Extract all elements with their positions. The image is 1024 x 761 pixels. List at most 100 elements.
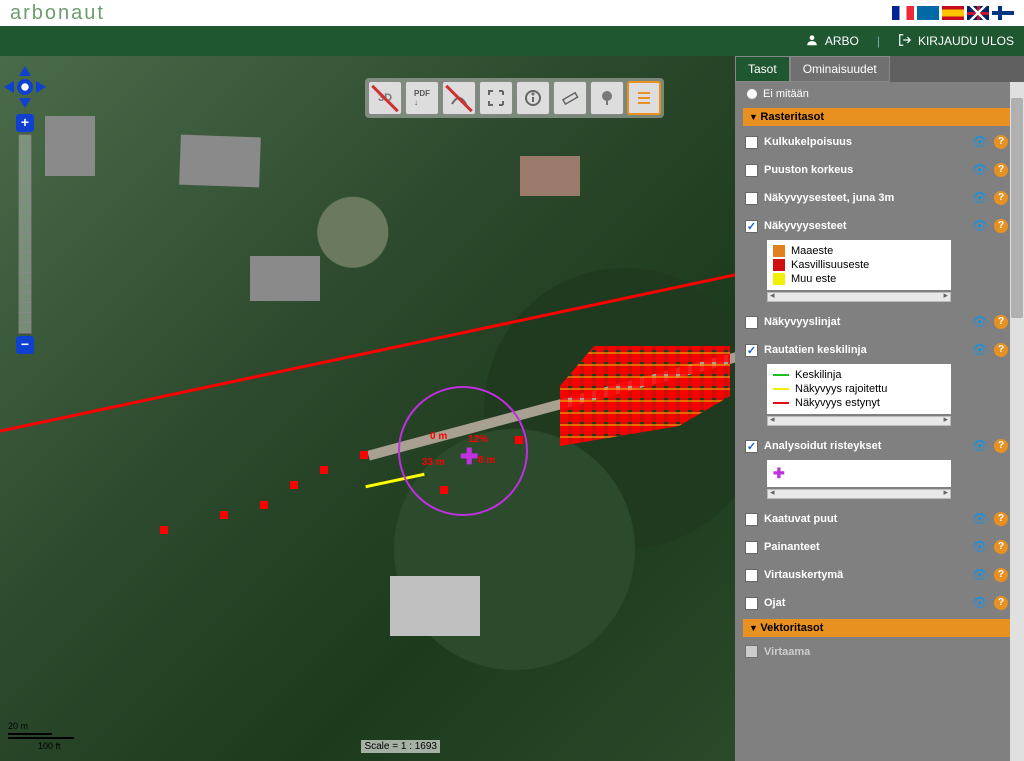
help-icon[interactable]: ? <box>994 315 1008 329</box>
layer-kulkukelpoisuus: Kulkukelpoisuus 👁 ? <box>743 128 1010 156</box>
layer-checkbox[interactable] <box>745 164 758 177</box>
zoom-slider[interactable] <box>18 134 32 334</box>
layer-checkbox[interactable] <box>745 344 758 357</box>
pan-down-button[interactable] <box>19 98 31 108</box>
visibility-icon[interactable]: 👁 <box>971 162 988 178</box>
layer-checkbox[interactable] <box>745 569 758 582</box>
visibility-icon[interactable]: 👁 <box>971 342 988 358</box>
pan-right-button[interactable] <box>36 81 46 93</box>
flag-fi[interactable] <box>992 6 1014 20</box>
measure-label: 33 m <box>422 457 445 468</box>
measure-label: 0 m <box>430 431 447 442</box>
help-icon[interactable]: ? <box>994 191 1008 205</box>
crossing-marker: ✚ <box>460 444 478 470</box>
help-icon[interactable]: ? <box>994 343 1008 357</box>
obstacle-cell <box>360 451 368 459</box>
visibility-icon[interactable]: 👁 <box>971 539 988 555</box>
legend-scrollbar[interactable] <box>767 416 951 426</box>
visibility-icon[interactable]: 👁 <box>971 567 988 583</box>
building <box>390 576 480 636</box>
legend-crossings: ✚ <box>767 460 951 487</box>
visibility-icon[interactable]: 👁 <box>971 438 988 454</box>
legend-rail: Keskilinja Näkyvyys rajoitettu Näkyvyys … <box>767 364 951 414</box>
help-icon[interactable]: ? <box>994 596 1008 610</box>
zoom-out-button[interactable]: − <box>16 336 34 354</box>
layer-puuston-korkeus: Puuston korkeus 👁 ? <box>743 156 1010 184</box>
info-button[interactable] <box>516 81 550 115</box>
pan-center-button[interactable] <box>17 79 33 95</box>
help-icon[interactable]: ? <box>994 540 1008 554</box>
legend-scrollbar[interactable] <box>767 292 951 302</box>
legend-scrollbar[interactable] <box>767 489 951 499</box>
tab-tasot[interactable]: Tasot <box>735 56 790 82</box>
radio-label: Ei mitään <box>763 88 809 100</box>
layer-checkbox[interactable] <box>745 192 758 205</box>
path-toggle-button[interactable] <box>442 81 476 115</box>
visibility-icon[interactable]: 👁 <box>971 595 988 611</box>
visibility-icon[interactable]: 👁 <box>971 190 988 206</box>
legend-toggle-button[interactable] <box>627 81 661 115</box>
layer-checkbox[interactable] <box>745 316 758 329</box>
flag-es[interactable] <box>942 6 964 20</box>
flag-fr[interactable] <box>892 6 914 20</box>
obstacle-cell <box>290 481 298 489</box>
logout-button[interactable]: KIRJAUDU ULOS <box>918 34 1014 48</box>
layer-panel: Ei mitään Rasteritasot Kulkukelpoisuus 👁… <box>735 82 1024 761</box>
layer-painanteet: Painanteet 👁 ? <box>743 533 1010 561</box>
visibility-icon[interactable]: 👁 <box>971 314 988 330</box>
flag-se[interactable] <box>917 6 939 20</box>
layer-checkbox[interactable] <box>745 440 758 453</box>
visibility-icon[interactable]: 👁 <box>971 511 988 527</box>
divider: | <box>877 34 880 48</box>
building <box>250 256 320 301</box>
pan-left-button[interactable] <box>4 81 14 93</box>
layer-checkbox[interactable] <box>745 541 758 554</box>
flag-gb[interactable] <box>967 6 989 20</box>
measure-label: 12% <box>468 434 488 445</box>
visibility-icon[interactable]: 👁 <box>971 218 988 234</box>
language-flags <box>892 6 1014 20</box>
layer-ojat: Ojat 👁 ? <box>743 589 1010 617</box>
section-raster[interactable]: Rasteritasot <box>743 108 1010 126</box>
tree-button[interactable] <box>590 81 624 115</box>
layer-nakyvyysesteet: Näkyvyysesteet 👁 ? <box>743 212 1010 240</box>
zoom-in-button[interactable]: + <box>16 114 34 132</box>
visibility-icon[interactable]: 👁 <box>971 134 988 150</box>
help-icon[interactable]: ? <box>994 163 1008 177</box>
measure-button[interactable] <box>553 81 587 115</box>
map-viewport[interactable]: ✚ 0 m 33 m 12% 8 m + − 3D PDF↓ <box>0 56 735 761</box>
fullscreen-button[interactable] <box>479 81 513 115</box>
tab-ominaisuudet[interactable]: Ominaisuudet <box>790 56 890 82</box>
pan-rose <box>6 68 44 106</box>
pan-up-button[interactable] <box>19 66 31 76</box>
pdf-export-button[interactable]: PDF↓ <box>405 81 439 115</box>
layer-virtauskertyma: Virtauskertymä 👁 ? <box>743 561 1010 589</box>
basemap-none[interactable]: Ei mitään <box>743 86 1010 106</box>
help-icon[interactable]: ? <box>994 135 1008 149</box>
nav-control: + − <box>6 68 44 354</box>
layer-checkbox[interactable] <box>745 136 758 149</box>
radio-icon <box>747 89 757 99</box>
map-toolbar: 3D PDF↓ <box>365 78 664 118</box>
scale-bar: 20 m 100 ft <box>8 721 74 751</box>
sidebar: Tasot Ominaisuudet Ei mitään Rasteritaso… <box>735 56 1024 761</box>
layer-nakyvyys-juna: Näkyvyysesteet, juna 3m 👁 ? <box>743 184 1010 212</box>
building <box>520 156 580 196</box>
help-icon[interactable]: ? <box>994 439 1008 453</box>
layer-checkbox[interactable] <box>745 513 758 526</box>
layer-checkbox[interactable] <box>745 597 758 610</box>
layer-checkbox[interactable] <box>745 220 758 233</box>
user-label[interactable]: ARBO <box>825 34 859 48</box>
3d-toggle-button[interactable]: 3D <box>368 81 402 115</box>
help-icon[interactable]: ? <box>994 219 1008 233</box>
measure-label: 8 m <box>478 455 495 466</box>
legend-obstacles: Maaeste Kasvillisuuseste Muu este <box>767 240 951 290</box>
sidebar-scrollbar[interactable] <box>1010 82 1024 761</box>
layer-checkbox[interactable] <box>745 645 758 658</box>
scale-ratio: Scale = 1 : 1693 <box>361 740 440 753</box>
layer-rautatien-keskilinja: Rautatien keskilinja 👁 ? <box>743 336 1010 364</box>
help-icon[interactable]: ? <box>994 512 1008 526</box>
obstacle-cell <box>320 466 328 474</box>
section-vector[interactable]: Vektoritasot <box>743 619 1010 637</box>
help-icon[interactable]: ? <box>994 568 1008 582</box>
